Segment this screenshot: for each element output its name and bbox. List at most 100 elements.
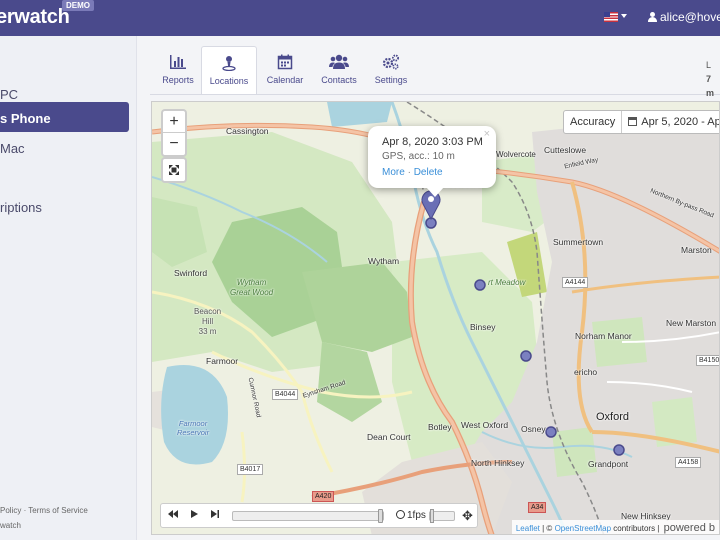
popup-title: Apr 8, 2020 3:03 PM [382,136,483,148]
tab-calendar[interactable]: Calendar [257,46,313,94]
zoom-in-button[interactable]: + [163,111,185,133]
user-menu[interactable]: alice@hover [648,10,720,24]
play-button[interactable] [185,507,203,525]
map-label-line: Hill [202,317,214,326]
location-pin-icon [222,56,236,71]
clock-icon [396,510,405,519]
popup-close-button[interactable]: × [484,128,490,140]
tab-contacts[interactable]: Contacts [311,46,367,94]
user-email: alice@hover [660,10,720,24]
play-icon [191,510,198,518]
location-map[interactable]: Cassington Cutteslowe Wolvercote per Wol… [151,101,720,535]
tab-reports[interactable]: Reports [150,46,206,94]
popup-separator: · [407,167,411,178]
map-label-line: Wytham [236,278,267,287]
map-label: Cassington [226,126,269,136]
move-handle-icon[interactable]: ✥ [462,507,473,525]
map-label: Osney [521,424,546,434]
demo-badge: DEMO [62,0,94,11]
map-label: Farmoor [206,356,239,366]
tab-settings[interactable]: Settings [363,46,419,94]
map-label: Swinford [174,268,208,278]
rewind-icon [168,510,178,518]
leaflet-link[interactable]: Leaflet [516,524,540,533]
map-label: Grandpont [588,459,629,469]
sidebar-item-label: riptions [0,200,42,215]
sidebar-item-phone[interactable]: s Phone [0,102,129,132]
fps-value: 1fps [407,510,426,521]
tab-locations[interactable]: Locations [201,46,257,95]
road-tag: B4044 [272,389,299,400]
map-label: Botley [428,422,452,432]
attribution-separator: | [542,524,545,533]
fps-slider-thumb[interactable] [430,509,434,523]
playback-control: 1fps ✥ [160,503,478,528]
zoom-out-button[interactable]: − [163,133,185,155]
sidebar-item-label: s Phone [0,111,51,126]
map-label: Farmoor Reservoir [177,419,209,437]
calendar-icon [628,117,638,126]
road-tag: A34 [528,502,547,513]
road-tag: A4144 [562,277,589,288]
sidebar-item-unnamed[interactable] [0,162,129,192]
map-label: Binsey [470,322,496,332]
road-tag: B4150 [696,355,719,366]
bar-chart-icon [170,55,186,69]
zoom-control: + − [161,109,187,157]
map-filter-bar: Accuracy Apr 5, 2020 - Apr [563,110,720,134]
tabs-divider [150,94,720,95]
date-range-text: Apr 5, 2020 - Apr [641,116,720,128]
road-tag: B4017 [237,464,264,475]
forward-button[interactable] [206,507,224,525]
fps-slider[interactable] [429,509,455,523]
map-label: Marston [681,245,712,255]
language-dropdown-caret-icon[interactable] [621,14,627,18]
road-tag: A4158 [675,457,702,468]
user-icon [648,12,657,22]
attribution-contributors: contributors | [613,524,660,533]
sidebar-item-subscriptions[interactable]: riptions [0,191,129,221]
fullscreen-icon [169,165,179,175]
map-label: Dean Court [367,432,411,442]
map-label: ericho [574,367,598,377]
map-label-line: Reservoir [177,428,210,437]
contacts-icon [329,54,349,69]
footer-links[interactable]: Policy · Terms of Service [0,506,88,515]
last-update-value: 7 m [706,74,715,98]
fullscreen-button[interactable] [161,157,187,183]
copyright-icon: © [546,524,553,533]
date-range-picker[interactable]: Apr 5, 2020 - Apr [622,111,720,133]
tab-label: Locations [209,76,249,86]
map-attribution: Leaflet | © OpenStreetMap contributors |… [511,520,719,534]
last-update-info: L 7 m [706,58,720,100]
map-label: Oxford [596,411,630,423]
map-label: Beacon Hill 33 m [194,307,221,337]
map-label: Summertown [553,237,604,247]
accuracy-toggle[interactable]: Accuracy [564,111,623,133]
top-navbar: erwatch DEMO alice@hover [0,0,720,36]
rewind-button[interactable] [164,507,182,525]
map-label: Wolvercote [496,150,536,159]
us-flag-icon[interactable] [604,12,618,22]
tab-label: Reports [162,75,194,85]
device-tabs: Reports Locations Calendar Contacts Sett… [150,46,720,95]
timeline-slider-thumb[interactable] [378,509,383,523]
map-label: rt Meadow [488,278,526,287]
sidebar-item-mac[interactable]: Mac [0,132,129,162]
map-label-line: 33 m [198,327,217,336]
popup-more-link[interactable]: More [382,167,405,178]
calendar-icon [277,54,293,70]
map-label: West Oxford [461,420,509,430]
tab-label: Calendar [266,75,304,85]
map-label: Cutteslowe [544,145,587,155]
fps-display: 1fps [396,510,426,521]
tab-label: Contacts [321,75,357,85]
map-label: Norham Manor [575,331,632,341]
tab-label: Settings [374,75,408,85]
osm-link[interactable]: OpenStreetMap [555,524,611,533]
timeline-slider[interactable] [232,509,384,523]
powered-by-text: powered b [663,522,715,534]
popup-delete-link[interactable]: Delete [414,167,443,178]
map-label-line: Great Wood [230,288,274,297]
brand-logo[interactable]: erwatch [0,6,70,29]
